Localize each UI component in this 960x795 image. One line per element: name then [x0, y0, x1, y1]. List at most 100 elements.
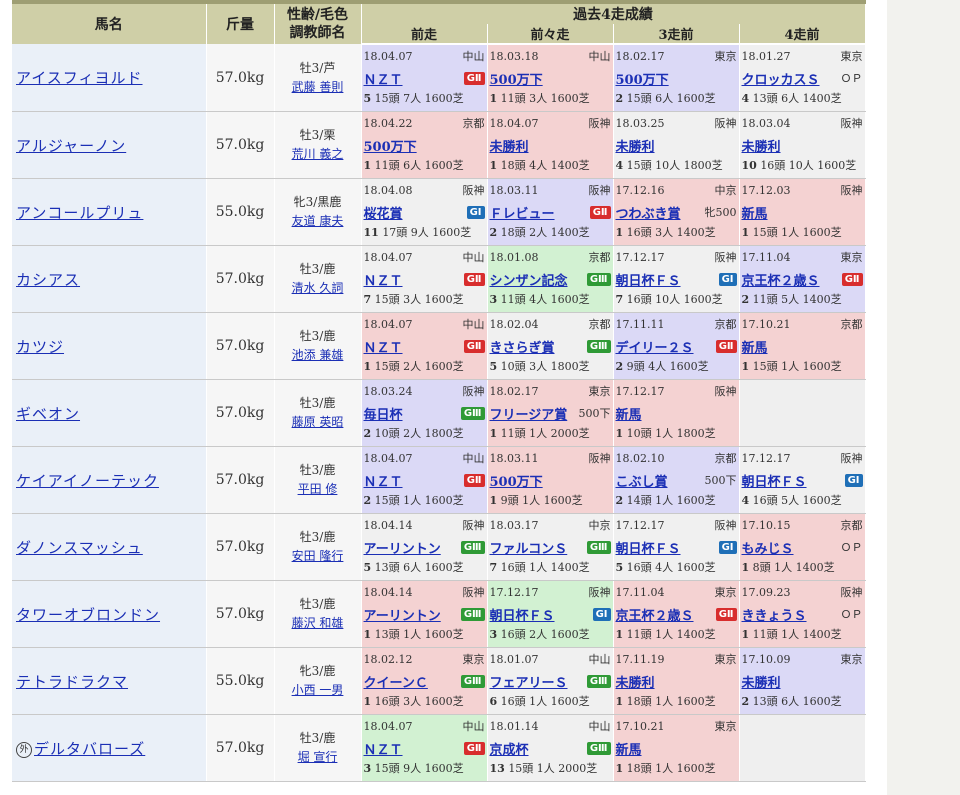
trainer-link[interactable]: 堀 宣行	[298, 750, 338, 764]
race-name-link[interactable]: クイーンＣ	[364, 672, 428, 691]
finish-position: 3	[489, 628, 498, 641]
race-venue: 中京	[714, 184, 737, 197]
race-name-link[interactable]: Ｆレビュー	[490, 203, 555, 222]
horse-name-link[interactable]: ギベオン	[16, 405, 80, 423]
race-name-link[interactable]: ＮＺＴ	[364, 337, 403, 356]
trainer-link[interactable]: 荒川 義之	[292, 147, 344, 161]
race-venue: 阪神	[462, 586, 485, 599]
grade-badge: GⅡ	[715, 607, 737, 621]
trainer-link[interactable]: 清水 久詞	[292, 281, 344, 295]
race-date: 17.12.17	[741, 452, 791, 465]
trainer-link[interactable]: 武藤 善則	[292, 80, 344, 94]
race-name-link[interactable]: アーリントン	[364, 538, 441, 557]
race-name-link[interactable]: 500万下	[616, 69, 669, 88]
race-date: 18.04.07	[363, 720, 413, 733]
race-name-link[interactable]: 毎日杯	[364, 404, 403, 423]
race-venue: 阪神	[714, 251, 737, 264]
race-date: 17.11.04	[615, 586, 665, 599]
horse-name-link[interactable]: テトラドラクマ	[16, 673, 128, 691]
race-name-link[interactable]: シンザン記念	[490, 270, 568, 289]
race-name-link[interactable]: 京王杯２歳Ｓ	[742, 270, 820, 289]
race-date: 17.10.21	[615, 720, 665, 733]
race-name-link[interactable]: 未勝利	[616, 672, 655, 691]
sex-trainer-cell: 牡3/芦 武藤 善則	[274, 44, 362, 112]
race-name-link[interactable]: フェアリーＳ	[490, 672, 568, 691]
trainer-link[interactable]: 小西 一男	[292, 683, 344, 697]
race-name-link[interactable]: こぶし賞	[616, 471, 668, 490]
past-race-cell: 17.12.16 中京 つわぶき賞 牝500 1 16頭 3人 1400芝	[613, 178, 740, 246]
race-name-link[interactable]: もみじＳ	[742, 538, 794, 557]
trainer-link[interactable]: 安田 隆行	[292, 549, 344, 563]
horse-name-link[interactable]: カシアス	[16, 271, 80, 289]
race-name-link[interactable]: デイリー２Ｓ	[616, 337, 694, 356]
trainer-link[interactable]: 藤沢 和雄	[292, 616, 344, 630]
race-name-link[interactable]: 500万下	[490, 471, 543, 490]
race-name-link[interactable]: アーリントン	[364, 605, 441, 624]
race-name-link[interactable]: 京成杯	[490, 739, 529, 758]
race-name-link[interactable]: つわぶき賞	[616, 203, 681, 222]
race-name-link[interactable]: 朝日杯ＦＳ	[742, 471, 807, 490]
race-name-link[interactable]: フリージア賞	[490, 404, 568, 423]
trainer-link[interactable]: 池添 兼雄	[292, 348, 344, 362]
grade-badge: GⅠ	[466, 205, 485, 219]
race-name-link[interactable]: ＮＺＴ	[364, 69, 403, 88]
race-name-link[interactable]: 朝日杯ＦＳ	[490, 605, 555, 624]
race-date: 18.04.14	[363, 519, 413, 532]
race-date: 17.10.21	[741, 318, 791, 331]
race-name-link[interactable]: 未勝利	[742, 136, 781, 155]
race-name-link[interactable]: ＮＺＴ	[364, 471, 403, 490]
race-detail: 11頭 4人 1600芝	[500, 293, 590, 306]
race-name-link[interactable]: ＮＺＴ	[364, 739, 403, 758]
horse-name-link[interactable]: ケイアイノーテック	[16, 472, 159, 490]
race-detail: 16頭 1人 1400芝	[500, 561, 590, 574]
race-name-link[interactable]: 新馬	[742, 337, 768, 356]
race-class: ＯＰ	[840, 72, 863, 85]
race-name-link[interactable]: 桜花賞	[364, 203, 403, 222]
past-race-cell: 18.02.04 京都 きさらぎ賞 GⅢ 5 10頭 3人 1800芝	[487, 312, 614, 380]
trainer-link[interactable]: 藤原 英昭	[292, 415, 344, 429]
race-detail: 17頭 9人 1600芝	[382, 226, 472, 239]
finish-position: 13	[489, 762, 505, 775]
past-race-cell: 18.02.17 東京 フリージア賞 500下 1 11頭 1人 2000芝	[487, 379, 614, 447]
race-name-link[interactable]: きさらぎ賞	[490, 337, 555, 356]
race-name-link[interactable]: 未勝利	[490, 136, 529, 155]
trainer-link[interactable]: 友道 康夫	[292, 214, 344, 228]
race-name-link[interactable]: クロッカスＳ	[742, 69, 820, 88]
race-name-link[interactable]: ＮＺＴ	[364, 270, 403, 289]
horse-name-link[interactable]: カツジ	[16, 338, 64, 356]
race-name-link[interactable]: 朝日杯ＦＳ	[616, 270, 681, 289]
race-name-link[interactable]: 京王杯２歳Ｓ	[616, 605, 694, 624]
horse-name-link[interactable]: アイスフィヨルド	[16, 69, 143, 87]
weight-cell: 57.0kg	[206, 245, 275, 313]
sex-trainer-cell: 牡3/栗 荒川 義之	[274, 111, 362, 179]
header-horse-name: 馬名	[12, 0, 207, 44]
trainer-link[interactable]: 平田 修	[298, 482, 338, 496]
race-name-link[interactable]: 新馬	[616, 404, 642, 423]
race-class: ＯＰ	[840, 608, 863, 621]
horse-name-link[interactable]: デルタバローズ	[34, 740, 145, 758]
race-name-link[interactable]: 未勝利	[616, 136, 655, 155]
past-race-cell: 18.04.22 京都 500万下 1 11頭 6人 1600芝	[361, 111, 488, 179]
race-detail: 11頭 1人 1400芝	[626, 628, 716, 641]
race-name-link[interactable]: 未勝利	[742, 672, 781, 691]
horse-name-link[interactable]: アルジャーノン	[16, 137, 126, 155]
race-name-link[interactable]: 500万下	[490, 69, 543, 88]
race-name-link[interactable]: ききょうＳ	[742, 605, 807, 624]
race-name-link[interactable]: ファルコンＳ	[490, 538, 568, 557]
race-name-link[interactable]: 新馬	[616, 739, 642, 758]
finish-position: 5	[363, 561, 372, 574]
race-name-link[interactable]: 新馬	[742, 203, 768, 222]
horse-name-link[interactable]: ダノンスマッシュ	[16, 539, 143, 557]
sex-trainer-cell: 牡3/鹿 藤沢 和雄	[274, 580, 362, 648]
race-detail: 15頭 1人 1600芝	[752, 360, 842, 373]
horse-name-link[interactable]: アンコールプリュ	[16, 204, 143, 222]
race-detail: 18頭 1人 1600芝	[626, 762, 716, 775]
race-name-link[interactable]: 朝日杯ＦＳ	[616, 538, 681, 557]
grade-badge: GⅡ	[715, 339, 737, 353]
horse-name-link[interactable]: タワーオブロンドン	[16, 606, 160, 624]
horse-name-cell: カシアス	[12, 245, 207, 313]
past-race-cell: 18.03.11 阪神 500万下 1 9頭 1人 1600芝	[487, 446, 614, 514]
past-race-cell: 17.09.23 阪神 ききょうＳ ＯＰ 1 11頭 1人 1400芝	[739, 580, 866, 648]
race-name-link[interactable]: 500万下	[364, 136, 417, 155]
past-race-cell: 17.10.15 京都 もみじＳ ＯＰ 1 8頭 1人 1400芝	[739, 513, 866, 581]
